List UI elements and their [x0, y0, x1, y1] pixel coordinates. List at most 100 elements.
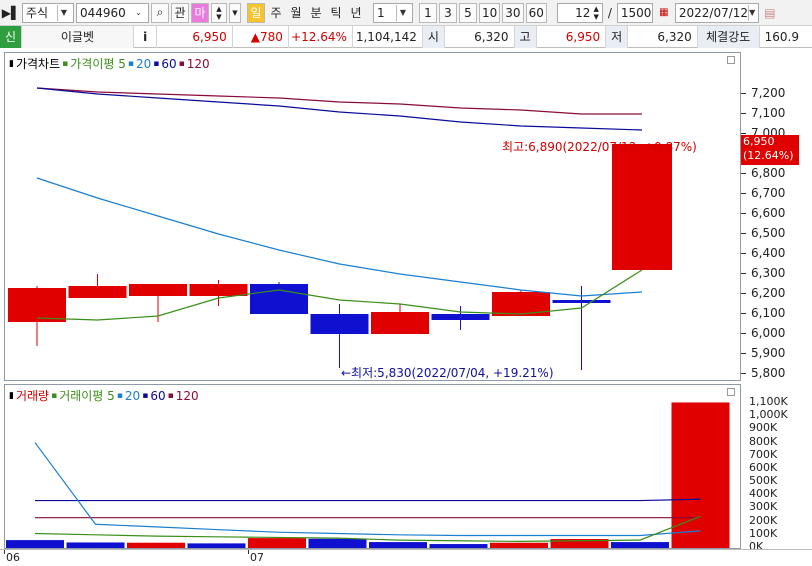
chart-settings-icon[interactable]: ▤	[761, 3, 779, 23]
volume-tick-label: 600K	[749, 460, 778, 474]
day-button[interactable]: 일	[247, 2, 265, 23]
panel-toggle-icon[interactable]: ▶▌	[2, 3, 20, 23]
candle-body[interactable]	[552, 300, 611, 303]
volume-bar[interactable]	[671, 402, 730, 548]
high-label: 고	[514, 25, 537, 48]
candle-body[interactable]	[371, 312, 429, 334]
volume-axis: 1,100K 1,000K 900K 800K 700K 600K 500K 400K 300K…	[741, 384, 812, 553]
price-chart: 최고:6,890(2022/07/12, +0.87%) ←최저:5,830(20…	[8, 87, 697, 380]
candle-body[interactable]	[612, 144, 672, 270]
price-tick-mark	[741, 173, 746, 174]
toolbar: ▶▌ 주식 ▼ 044960 ⌄ ⌕ 관 마 ▲ ▼ ▼ 일 주 월 분 틱 년 …	[0, 0, 812, 26]
price-tick-label: 5,800	[751, 366, 786, 380]
market-value: 주식	[26, 6, 49, 20]
volume-chart-panel[interactable]: ▮ 거래량 ▪ 거래이평 5 ▪ 20 ▪ 60 ▪ 120	[4, 384, 741, 549]
volume-bar[interactable]	[248, 538, 306, 548]
search-button[interactable]: ⌕	[151, 2, 169, 23]
date-tick-mark	[4, 550, 5, 554]
volume-bar[interactable]	[429, 544, 488, 548]
volume-bar[interactable]	[369, 542, 427, 548]
related-button[interactable]: 관	[171, 2, 189, 23]
volume-bar[interactable]	[611, 542, 669, 548]
info-button[interactable]: i	[134, 25, 158, 48]
volume-bar[interactable]	[6, 540, 64, 548]
chevron-down-icon: ⌄	[135, 8, 142, 17]
price-tick-mark	[741, 373, 746, 374]
candle-body[interactable]	[431, 314, 490, 320]
interval-select[interactable]: 1 ▼	[373, 2, 413, 23]
period-year[interactable]: 년	[347, 3, 365, 23]
price-tick-label: 7,100	[751, 106, 786, 120]
count-current-input[interactable]: 12 ▲ ▼	[556, 2, 603, 23]
candle-body[interactable]	[250, 284, 308, 314]
price-tick-label: 6,700	[751, 186, 786, 200]
candle-body[interactable]	[189, 284, 248, 296]
period-tick[interactable]: 틱	[327, 3, 345, 23]
low-label: 저	[606, 25, 629, 48]
stock-code-input[interactable]: 044960 ⌄	[76, 2, 149, 23]
price-tick-mark	[741, 213, 746, 214]
candle-body[interactable]	[129, 284, 187, 296]
volume-ma5-line	[34, 515, 701, 543]
dropdown-button[interactable]: ▼	[229, 2, 241, 23]
volume-bar[interactable]	[127, 542, 185, 548]
strength-label: 체결강도	[697, 25, 760, 48]
interval-60[interactable]: 60	[525, 2, 547, 23]
current-price-tag: 6,950 (12.64%)	[741, 135, 799, 165]
volume-tick-label: 100K	[749, 526, 778, 540]
price-axis: 7,2007,1007,0006,9006,8006,7006,6006,500…	[741, 52, 812, 381]
price-tick-mark	[741, 273, 746, 274]
price-tick-label: 6,100	[751, 306, 786, 320]
high-value: 6,950	[537, 25, 607, 48]
ma60-line	[36, 87, 643, 131]
volume-tick-label: 400K	[749, 487, 778, 501]
price-tick-mark	[741, 293, 746, 294]
volume-tick-label: 900K	[749, 421, 778, 435]
period-minute[interactable]: 분	[307, 3, 325, 23]
volume-bar[interactable]	[490, 542, 548, 548]
date-tick-label: 07	[250, 551, 264, 564]
interval-30[interactable]: 30	[502, 2, 524, 23]
candle-body[interactable]	[68, 286, 127, 298]
volume-tick-label: 700K	[749, 447, 778, 461]
price-tick-label: 7,200	[751, 86, 786, 100]
period-week[interactable]: 주	[267, 3, 285, 23]
candle-body[interactable]	[8, 288, 66, 322]
candle-body[interactable]	[310, 314, 369, 334]
chevron-down-icon: ▼	[396, 4, 409, 21]
grid-icon[interactable]: ▦	[655, 3, 673, 23]
open-value: 6,320	[445, 25, 515, 48]
price-tick-mark	[741, 313, 746, 314]
interval-value: 1	[377, 5, 385, 20]
spin-up-icon[interactable]: ▲	[216, 5, 221, 13]
spin-down-icon[interactable]: ▼	[216, 13, 221, 21]
stock-info-row: 신 이글벳 i 6,950 ▲780 +12.64% 1,104,142 시 6…	[0, 25, 812, 48]
count-total-input[interactable]: 1500	[616, 2, 653, 23]
spin-icon[interactable]: ▲ ▼	[593, 5, 598, 21]
current-price-tag-value: 6,950	[743, 135, 775, 148]
spin-button[interactable]: ▲ ▼	[211, 2, 227, 23]
price-tick-mark	[741, 233, 746, 234]
interval-3[interactable]: 3	[439, 2, 457, 23]
volume-bar[interactable]	[308, 538, 367, 548]
price-tick-label: 6,200	[751, 286, 786, 300]
market-select[interactable]: 주식 ▼	[22, 2, 74, 23]
date-tick-label: 06	[6, 551, 20, 564]
price-chart-panel[interactable]: ▮ 가격차트 ▪ 가격이평 5 ▪ 20 ▪ 60 ▪ 120 최고:6,890(2022/07/…	[4, 52, 741, 381]
stock-name: 이글벳	[22, 25, 134, 48]
count-separator: /	[607, 5, 612, 20]
price-tick-mark	[741, 253, 746, 254]
volume-tick-label: 500K	[749, 474, 778, 488]
date-select[interactable]: 2022/07/12 ▼	[674, 2, 759, 23]
price-tick-mark	[741, 113, 746, 114]
period-month[interactable]: 월	[287, 3, 305, 23]
chevron-down-icon: ▼	[748, 4, 755, 21]
interval-1[interactable]: 1	[419, 2, 437, 23]
volume-tick-label: 800K	[749, 434, 778, 448]
volume-bar[interactable]	[187, 543, 246, 548]
interval-10[interactable]: 10	[479, 2, 501, 23]
volume-bar[interactable]	[66, 542, 125, 548]
price-tick-mark	[741, 133, 746, 134]
interval-5[interactable]: 5	[459, 2, 477, 23]
ma-button[interactable]: 마	[191, 2, 209, 23]
